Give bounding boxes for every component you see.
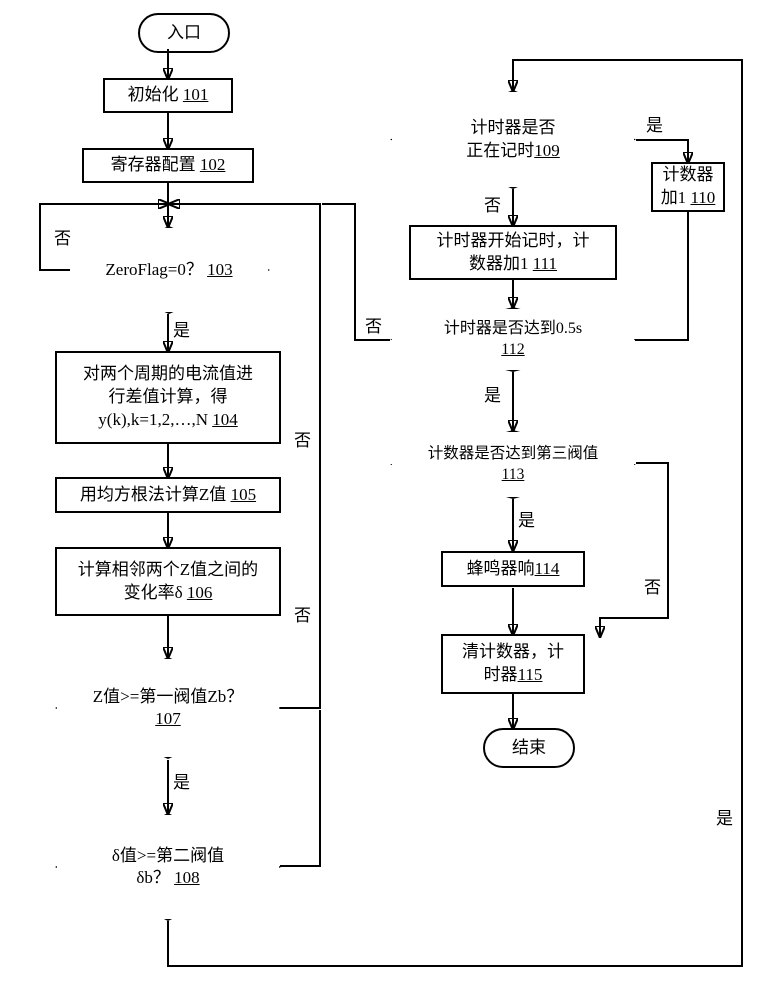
lbl-103-yes: 是 — [173, 320, 190, 343]
lbl-109-yes: 是 — [646, 115, 663, 138]
node-104: 对两个周期的电流值进 行差值计算，得 y(k),k=1,2,…,N 104 — [55, 351, 281, 444]
node-101: 初始化 101 — [103, 78, 233, 113]
node-102: 寄存器配置 102 — [82, 148, 254, 183]
node-109: 计时器是否正在记时109 — [390, 90, 636, 189]
terminal-end-label: 结束 — [512, 737, 546, 760]
lbl-107-no: 否 — [294, 605, 311, 628]
lbl-113-yes: 是 — [518, 510, 535, 533]
node-112: 计时器是否达到0.5s112 — [390, 307, 636, 372]
lbl-107-yes: 是 — [173, 772, 190, 795]
node-106: 计算相邻两个Z值之间的 变化率δ 106 — [55, 547, 281, 616]
node-113: 计数器是否达到第三阀值113 — [390, 430, 636, 499]
terminal-end: 结束 — [483, 728, 575, 768]
flowchart-canvas: 入口 结束 初始化 101 寄存器配置 102 ZeroFlag=0？ 103 … — [0, 0, 762, 1000]
node-108: δ值>=第二阀值δb？ 108 — [55, 813, 281, 921]
node-110: 计数器 加1 110 — [651, 162, 725, 212]
node-103: ZeroFlag=0？ 103 — [68, 226, 270, 314]
node-115: 清计数器，计 时器115 — [441, 634, 585, 694]
lbl-112-no: 否 — [365, 316, 382, 339]
lbl-109-no: 否 — [484, 195, 501, 218]
lbl-112-yes: 是 — [484, 385, 501, 408]
terminal-start-label: 入口 — [167, 22, 201, 45]
lbl-113-no: 否 — [644, 577, 661, 600]
lbl-103-no: 否 — [54, 228, 71, 251]
terminal-start: 入口 — [138, 13, 230, 53]
node-114: 蜂鸣器响114 — [441, 551, 585, 587]
node-111: 计时器开始记时，计 数器加1 111 — [409, 225, 617, 280]
lbl-108-yes: 是 — [716, 808, 733, 831]
node-107: Z值>=第一阀值Zb？107 — [55, 657, 281, 759]
node-105: 用均方根法计算Z值 105 — [55, 477, 281, 513]
lbl-108-no: 否 — [294, 430, 311, 453]
